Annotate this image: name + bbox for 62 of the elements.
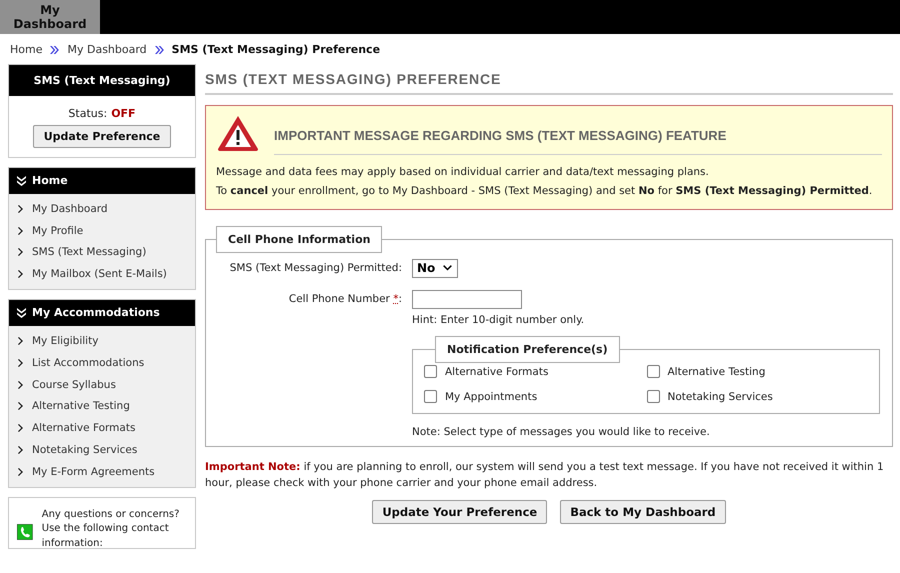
checkbox-label: Notetaking Services <box>668 390 773 402</box>
caret-icon <box>443 265 452 271</box>
breadcrumb-link[interactable]: Home <box>10 43 42 56</box>
hint-text: Hint: Enter 10-digit number only. <box>412 314 586 326</box>
section-title: Home <box>32 174 68 187</box>
checkbox-label: Alternative Testing <box>668 366 766 378</box>
chevron-icon <box>18 226 23 235</box>
chevron-icon <box>18 337 23 346</box>
double-chevron-icon <box>154 46 164 54</box>
contact-text: Any questions or concerns? Use the following contact information: <box>42 508 180 548</box>
action-button[interactable]: Back to My Dashboard <box>560 500 726 524</box>
nav-link[interactable]: Alternative Formats <box>32 422 136 434</box>
chevron-icon <box>18 380 23 389</box>
chevron-icon <box>18 424 23 432</box>
chevron-icon <box>18 402 23 410</box>
checkbox[interactable] <box>424 390 437 403</box>
double-chevron-icon <box>50 46 60 54</box>
nav-link[interactable]: My E-Form Agreements <box>32 466 155 478</box>
double-chevron-icon <box>17 308 26 318</box>
nav-link[interactable]: My Profile <box>32 224 84 237</box>
nav-link[interactable]: List Accommodations <box>32 356 144 369</box>
alert-title: IMPORTANT MESSAGE REGARDING SMS (TEXT MESSAGING) FEATURE <box>274 118 882 155</box>
section-title: My Accommodations <box>32 306 160 320</box>
alert-text: To cancel your enrollment, go to My Dashboard - SMS (Text Messaging) and set No for SMS (Text Messaging) Permitted. <box>216 184 874 199</box>
nav-link[interactable]: Alternative Testing <box>32 400 130 412</box>
nav-link[interactable]: My Mailbox (Sent E-Mails) <box>32 268 167 280</box>
update-preference-button[interactable]: Update Preference <box>32 125 172 148</box>
checkbox-label: Alternative Formats <box>445 366 548 378</box>
alert-text: Message and data fees may apply based on individual carrier and data/text messaging plans. <box>216 165 710 180</box>
chevron-icon <box>18 358 23 367</box>
dashboard-tab[interactable]: My Dashboard <box>0 0 100 34</box>
status-label: Status: <box>68 107 108 120</box>
warning-icon <box>216 114 260 152</box>
section-legend: Notification Preference(s) <box>435 336 620 363</box>
checkbox[interactable] <box>646 365 660 378</box>
chevron-icon <box>18 270 23 278</box>
nav-link[interactable]: My Dashboard <box>32 202 108 215</box>
field-label: SMS (Text Messaging) Permitted: <box>228 262 402 274</box>
nav-link[interactable]: My Eligibility <box>32 335 98 348</box>
action-button[interactable]: Update Your Preference <box>372 500 548 524</box>
checkbox-label: My Appointments <box>445 390 538 402</box>
chevron-icon <box>18 446 23 454</box>
permitted-dropdown[interactable]: No <box>412 258 458 278</box>
important-note: Important Note: if you are planning to enroll, our system will send you a test text message. If you have not received it within 1 hour, please check with your phone carrier and your phone email address. <box>205 460 885 491</box>
phone-number-field[interactable] <box>412 290 522 308</box>
breadcrumb-link[interactable]: My Dashboard <box>67 43 147 56</box>
breadcrumb-current: SMS (Text Messaging) Preference <box>172 43 380 56</box>
panel-header: SMS (Text Messaging) <box>9 65 195 96</box>
chevron-icon <box>18 248 23 256</box>
double-chevron-icon <box>17 176 26 186</box>
checkbox[interactable] <box>424 365 437 378</box>
section-legend: Cell Phone Information <box>216 226 382 253</box>
field-label: Cell Phone Number *: <box>288 293 402 305</box>
note-text: Note: Select type of messages you would like to receive. <box>412 426 711 438</box>
status-value: OFF <box>111 107 136 120</box>
chevron-icon <box>18 468 23 476</box>
nav-link[interactable]: Notetaking Services <box>32 444 138 456</box>
page-title: SMS (TEXT MESSAGING) PREFERENCE <box>205 71 893 95</box>
nav-link[interactable]: SMS (Text Messaging) <box>32 246 146 258</box>
chevron-icon <box>18 204 23 213</box>
nav-link[interactable]: Course Syllabus <box>32 378 116 391</box>
checkbox[interactable] <box>646 390 660 403</box>
